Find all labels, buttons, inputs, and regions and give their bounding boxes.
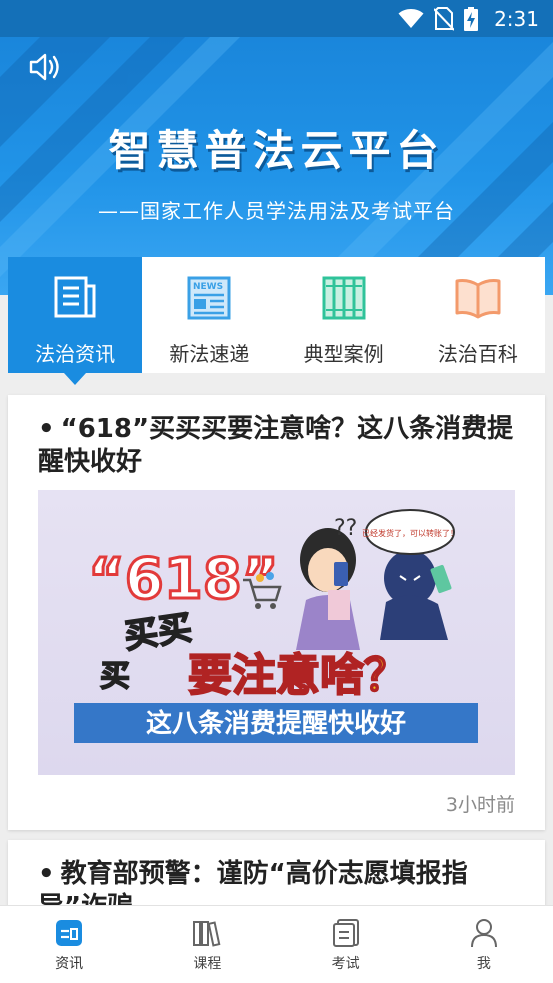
news-title-text: “618”买买买要注意啥？这八条消费提醒快收好 [38,414,514,477]
news-bullet: • [38,414,55,444]
exam-paper-icon [332,918,360,948]
tab-typical-cases[interactable]: 典型案例 [277,257,411,373]
nav-news[interactable]: 资讯 [0,906,138,983]
speech-bubble: 已经发货了，可以转账了！ [362,509,458,555]
image-bubble: 已经发货了，可以转账了！ [362,528,458,538]
news-card[interactable]: • “618”买买买要注意啥？这八条消费提醒快收好 “618” 买买 买 要注意啥… [8,395,545,830]
tab-label: 法治资讯 [35,342,116,366]
status-bar: 2:31 [0,0,553,37]
nav-label: 课程 [193,956,222,972]
news-time: 3小时前 [445,794,515,816]
news-list-icon [54,274,96,322]
image-line2: 要注意啥？ [188,650,408,701]
nav-label: 考试 [331,956,360,972]
app-subtitle: ——国家工作人员学法用法及考试平台 [98,199,455,223]
news-title[interactable]: • “618”买买买要注意啥？这八条消费提醒快收好 [38,413,528,479]
case-files-icon [322,274,366,322]
news-tab-icon [55,918,83,948]
tab-label: 新法速递 [169,342,250,366]
news-image[interactable]: “618” 买买 买 要注意啥？ 这八条消费提醒快收好 ?? 已经发货了，可以转… [38,490,515,775]
tab-legal-news[interactable]: 法治资讯 [8,257,143,385]
girl-illustration [296,528,360,650]
no-sim-icon [434,6,455,31]
image-line1: 买买 [122,608,195,657]
books-icon [192,918,222,948]
nav-exam[interactable]: 考试 [277,906,415,983]
tab-label: 典型案例 [303,342,384,366]
open-book-icon [455,274,501,322]
status-time: 2:31 [494,6,539,31]
nav-label: 资讯 [55,956,84,972]
svg-text:NEWS: NEWS [193,282,223,292]
nav-courses[interactable]: 课程 [138,906,276,983]
news-illustration: “618” 买买 买 要注意啥？ 这八条消费提醒快收好 ?? 已经发货了，可以转… [74,509,478,743]
scammer-illustration [380,550,452,640]
image-question: ?? [334,516,357,541]
image-line1b: 买 [100,659,130,694]
bottom-nav: 资讯 课程 考试 我 [0,905,553,983]
nav-me[interactable]: 我 [415,906,553,983]
category-tabs: 法治资讯 NEWS 新法速递 典型案例 法治百科 [8,257,545,385]
tab-new-laws[interactable]: NEWS 新法速递 [142,257,276,373]
newspaper-icon: NEWS [187,274,231,322]
app-title: 智慧普法云平台 [108,126,445,175]
battery-charging-icon [464,6,479,31]
user-icon [470,918,498,948]
nav-label: 我 [476,956,491,972]
tab-legal-encyclopedia[interactable]: 法治百科 [411,257,545,373]
wifi-icon [398,8,424,28]
speaker-icon[interactable] [28,51,64,83]
image-line3: 这八条消费提醒快收好 [146,708,406,739]
tab-label: 法治百科 [437,342,518,366]
news-bullet: • [38,859,55,889]
